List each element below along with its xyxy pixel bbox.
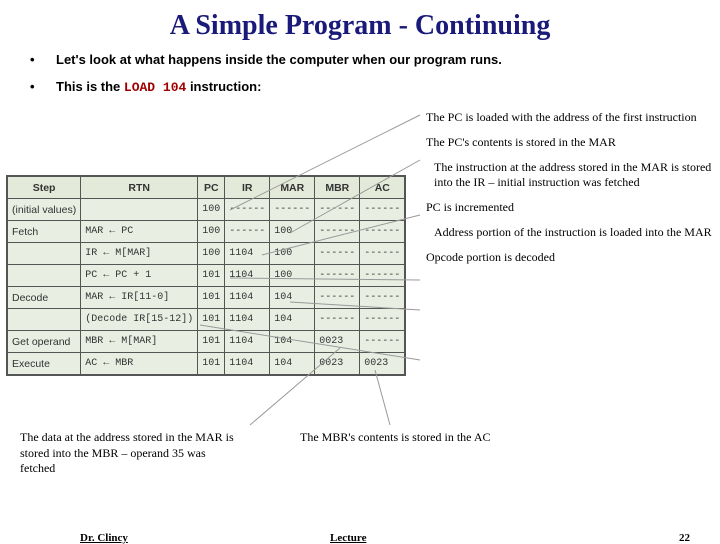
cell: IR ← M[MAR] <box>81 243 198 265</box>
bullet-marker: • <box>30 52 56 67</box>
cell: ------ <box>315 243 360 265</box>
annotation-ac-store: The MBR's contents is stored in the AC <box>300 430 520 446</box>
cell: 0023 <box>315 331 360 353</box>
cell: 1104 <box>225 309 270 331</box>
cell: 101 <box>198 353 225 375</box>
col-mbr: MBR <box>315 177 360 199</box>
cell: 100 <box>270 265 315 287</box>
cell: ------ <box>225 199 270 221</box>
annotation: Address portion of the instruction is lo… <box>428 225 715 240</box>
cell: 101 <box>198 331 225 353</box>
cell: AC ← MBR <box>81 353 198 375</box>
cell: ------ <box>360 221 405 243</box>
table-header-row: Step RTN PC IR MAR MBR AC <box>8 177 405 199</box>
cell: MAR ← PC <box>81 221 198 243</box>
annotation-mbr-fetch: The data at the address stored in the MA… <box>20 430 240 477</box>
annotation: The PC is loaded with the address of the… <box>420 110 715 125</box>
cell <box>8 265 81 287</box>
cell: ------ <box>360 309 405 331</box>
cell: ------ <box>270 199 315 221</box>
cell: MBR ← M[MAR] <box>81 331 198 353</box>
instruction-trace-table: Step RTN PC IR MAR MBR AC (initial value… <box>6 175 406 376</box>
col-rtn: RTN <box>81 177 198 199</box>
cell: MAR ← IR[11-0] <box>81 287 198 309</box>
cell: 100 <box>198 199 225 221</box>
bullet-item: • This is the LOAD 104 instruction: <box>30 79 690 95</box>
bullet-marker: • <box>30 79 56 95</box>
table-row: (Decode IR[15-12])1011104104------------ <box>8 309 405 331</box>
cell: 100 <box>198 221 225 243</box>
text-segment: instruction: <box>186 79 261 94</box>
cell: 1104 <box>225 265 270 287</box>
cell <box>8 309 81 331</box>
cell <box>81 199 198 221</box>
cell: Execute <box>8 353 81 375</box>
table-row: ExecuteAC ← MBR101110410400230023 <box>8 353 405 375</box>
cell: 0023 <box>315 353 360 375</box>
cell: 104 <box>270 331 315 353</box>
cell: ------ <box>360 287 405 309</box>
annotation: The PC's contents is stored in the MAR <box>420 135 715 150</box>
cell <box>8 243 81 265</box>
annotation-list: The PC is loaded with the address of the… <box>420 110 715 275</box>
cell: 101 <box>198 309 225 331</box>
col-ir: IR <box>225 177 270 199</box>
bullet-text: Let's look at what happens inside the co… <box>56 52 502 67</box>
table-row: PC ← PC + 11011104100------------ <box>8 265 405 287</box>
footer-page-number: 22 <box>679 532 690 544</box>
footer-label: Lecture <box>330 532 366 544</box>
cell: ------ <box>315 309 360 331</box>
table-body: (initial values)100---------------------… <box>8 199 405 375</box>
cell: ------ <box>360 243 405 265</box>
cell: 1104 <box>225 353 270 375</box>
cell: 100 <box>198 243 225 265</box>
code-instruction: LOAD 104 <box>124 80 186 95</box>
table-row: Get operandMBR ← M[MAR]10111041040023---… <box>8 331 405 353</box>
cell: 104 <box>270 353 315 375</box>
annotation: PC is incremented <box>420 200 715 215</box>
cell: 101 <box>198 287 225 309</box>
cell: 1104 <box>225 243 270 265</box>
cell: 104 <box>270 309 315 331</box>
cell: ------ <box>315 199 360 221</box>
cell: ------ <box>360 331 405 353</box>
cell: ------ <box>315 221 360 243</box>
cell: 1104 <box>225 287 270 309</box>
table-row: IR ← M[MAR]1001104100------------ <box>8 243 405 265</box>
table-row: (initial values)100---------------------… <box>8 199 405 221</box>
col-ac: AC <box>360 177 405 199</box>
bullet-item: • Let's look at what happens inside the … <box>30 52 690 67</box>
cell: 101 <box>198 265 225 287</box>
cell: 1104 <box>225 331 270 353</box>
text-segment: This is the <box>56 79 124 94</box>
cell: (Decode IR[15-12]) <box>81 309 198 331</box>
annotation: Opcode portion is decoded <box>420 250 715 265</box>
cell: 100 <box>270 243 315 265</box>
col-step: Step <box>8 177 81 199</box>
cell: ------ <box>315 287 360 309</box>
slide-title: A Simple Program - Continuing <box>0 0 720 52</box>
bullet-text: This is the LOAD 104 instruction: <box>56 79 261 95</box>
cell: 0023 <box>360 353 405 375</box>
footer-author: Dr. Clincy <box>80 532 128 544</box>
cell: Fetch <box>8 221 81 243</box>
col-pc: PC <box>198 177 225 199</box>
col-mar: MAR <box>270 177 315 199</box>
cell: ------ <box>360 265 405 287</box>
bullet-list: • Let's look at what happens inside the … <box>0 52 720 95</box>
cell: Decode <box>8 287 81 309</box>
cell: Get operand <box>8 331 81 353</box>
cell: ------ <box>360 199 405 221</box>
trace-table: Step RTN PC IR MAR MBR AC (initial value… <box>7 176 405 375</box>
cell: ------ <box>225 221 270 243</box>
cell: 104 <box>270 287 315 309</box>
cell: (initial values) <box>8 199 81 221</box>
cell: ------ <box>315 265 360 287</box>
annotation: The instruction at the address stored in… <box>428 160 715 190</box>
table-row: FetchMAR ← PC100------100------------ <box>8 221 405 243</box>
table-row: DecodeMAR ← IR[11-0]1011104104----------… <box>8 287 405 309</box>
cell: PC ← PC + 1 <box>81 265 198 287</box>
cell: 100 <box>270 221 315 243</box>
